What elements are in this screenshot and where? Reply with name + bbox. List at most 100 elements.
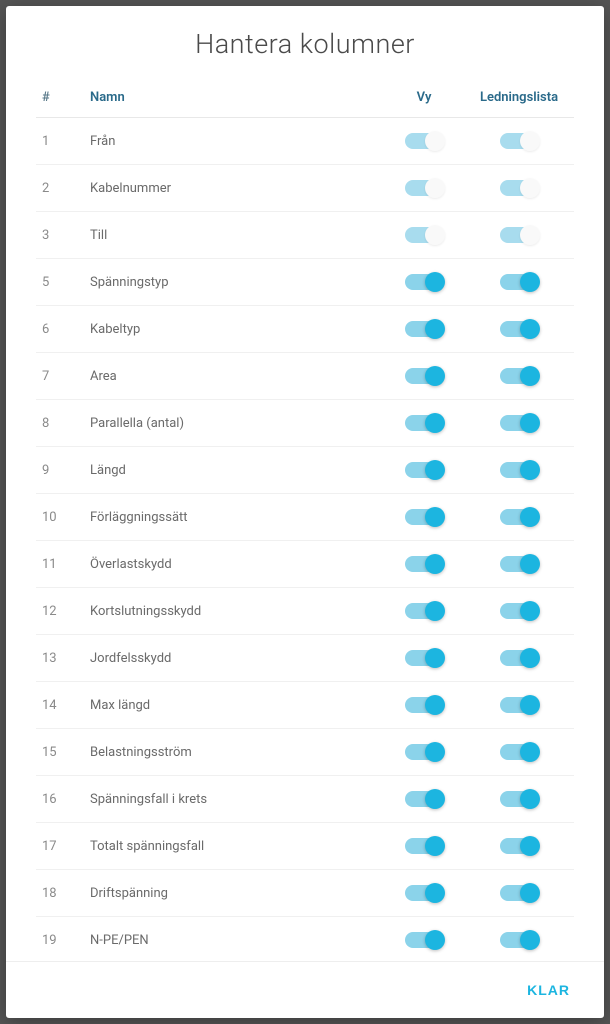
list-toggle[interactable]: [500, 838, 538, 854]
row-name: Belastningsström: [84, 729, 384, 776]
list-toggle[interactable]: [500, 274, 538, 290]
row-number: 13: [36, 635, 84, 682]
toggle-knob: [425, 178, 445, 198]
row-name: Area: [84, 353, 384, 400]
toggle-knob: [425, 507, 445, 527]
toggle-knob: [425, 554, 445, 574]
toggle-knob: [425, 695, 445, 715]
view-toggle[interactable]: [405, 603, 443, 619]
row-number: 15: [36, 729, 84, 776]
toggle-knob: [520, 178, 540, 198]
list-toggle[interactable]: [500, 556, 538, 572]
toggle-knob: [520, 742, 540, 762]
row-number: 6: [36, 306, 84, 353]
table-row: 2Kabelnummer: [36, 165, 574, 212]
row-number: 2: [36, 165, 84, 212]
row-number: 11: [36, 541, 84, 588]
row-number: 5: [36, 259, 84, 306]
toggle-knob: [425, 601, 445, 621]
list-toggle[interactable]: [500, 932, 538, 948]
table-row: 5Spänningstyp: [36, 259, 574, 306]
row-name: Kortslutningsskydd: [84, 588, 384, 635]
toggle-knob: [520, 836, 540, 856]
view-toggle[interactable]: [405, 274, 443, 290]
view-toggle[interactable]: [405, 415, 443, 431]
table-row: 12Kortslutningsskydd: [36, 588, 574, 635]
list-toggle[interactable]: [500, 368, 538, 384]
toggle-knob: [520, 366, 540, 386]
view-toggle[interactable]: [405, 556, 443, 572]
row-number: 18: [36, 870, 84, 917]
toggle-knob: [520, 225, 540, 245]
view-toggle: [405, 227, 443, 243]
toggle-knob: [520, 507, 540, 527]
table-row: 8Parallella (antal): [36, 400, 574, 447]
row-name: N-PE/PEN: [84, 917, 384, 962]
table-header-row: # Namn Vy Ledningslista: [36, 78, 574, 118]
list-toggle[interactable]: [500, 603, 538, 619]
row-name: Kabeltyp: [84, 306, 384, 353]
list-toggle[interactable]: [500, 321, 538, 337]
row-name: Spänningstyp: [84, 259, 384, 306]
table-row: 16Spänningsfall i krets: [36, 776, 574, 823]
list-toggle[interactable]: [500, 744, 538, 760]
toggle-knob: [425, 319, 445, 339]
row-name: Överlastskydd: [84, 541, 384, 588]
table-row: 19N-PE/PEN: [36, 917, 574, 962]
table-row: 7Area: [36, 353, 574, 400]
toggle-knob: [425, 883, 445, 903]
view-toggle[interactable]: [405, 838, 443, 854]
view-toggle[interactable]: [405, 744, 443, 760]
row-name: Kabelnummer: [84, 165, 384, 212]
row-name: Parallella (antal): [84, 400, 384, 447]
row-number: 10: [36, 494, 84, 541]
scroll-area[interactable]: # Namn Vy Ledningslista 1Från2Kabelnumme…: [6, 78, 604, 961]
table-row: 11Överlastskydd: [36, 541, 574, 588]
view-toggle[interactable]: [405, 932, 443, 948]
row-name: Max längd: [84, 682, 384, 729]
view-toggle[interactable]: [405, 885, 443, 901]
view-toggle[interactable]: [405, 321, 443, 337]
row-number: 16: [36, 776, 84, 823]
view-toggle[interactable]: [405, 509, 443, 525]
toggle-knob: [520, 413, 540, 433]
header-list: Ledningslista: [464, 78, 574, 118]
view-toggle[interactable]: [405, 791, 443, 807]
view-toggle: [405, 180, 443, 196]
list-toggle[interactable]: [500, 791, 538, 807]
modal-footer: KLAR: [6, 961, 604, 1018]
table-row: 15Belastningsström: [36, 729, 574, 776]
row-name: Spänningsfall i krets: [84, 776, 384, 823]
list-toggle[interactable]: [500, 697, 538, 713]
toggle-knob: [425, 836, 445, 856]
row-name: Driftspänning: [84, 870, 384, 917]
list-toggle[interactable]: [500, 415, 538, 431]
toggle-knob: [520, 460, 540, 480]
toggle-knob: [520, 272, 540, 292]
toggle-knob: [520, 883, 540, 903]
view-toggle[interactable]: [405, 368, 443, 384]
view-toggle[interactable]: [405, 650, 443, 666]
list-toggle[interactable]: [500, 885, 538, 901]
table-row: 13Jordfelsskydd: [36, 635, 574, 682]
view-toggle[interactable]: [405, 697, 443, 713]
row-number: 12: [36, 588, 84, 635]
list-toggle[interactable]: [500, 462, 538, 478]
done-button[interactable]: KLAR: [519, 978, 578, 1002]
row-number: 17: [36, 823, 84, 870]
row-number: 19: [36, 917, 84, 962]
toggle-knob: [520, 319, 540, 339]
header-number: #: [36, 78, 84, 118]
view-toggle[interactable]: [405, 462, 443, 478]
row-name: Jordfelsskydd: [84, 635, 384, 682]
toggle-knob: [425, 413, 445, 433]
toggle-knob: [520, 648, 540, 668]
list-toggle[interactable]: [500, 509, 538, 525]
list-toggle[interactable]: [500, 650, 538, 666]
toggle-knob: [425, 225, 445, 245]
row-number: 9: [36, 447, 84, 494]
row-number: 3: [36, 212, 84, 259]
row-name: Till: [84, 212, 384, 259]
toggle-knob: [520, 789, 540, 809]
row-name: Förläggningssätt: [84, 494, 384, 541]
